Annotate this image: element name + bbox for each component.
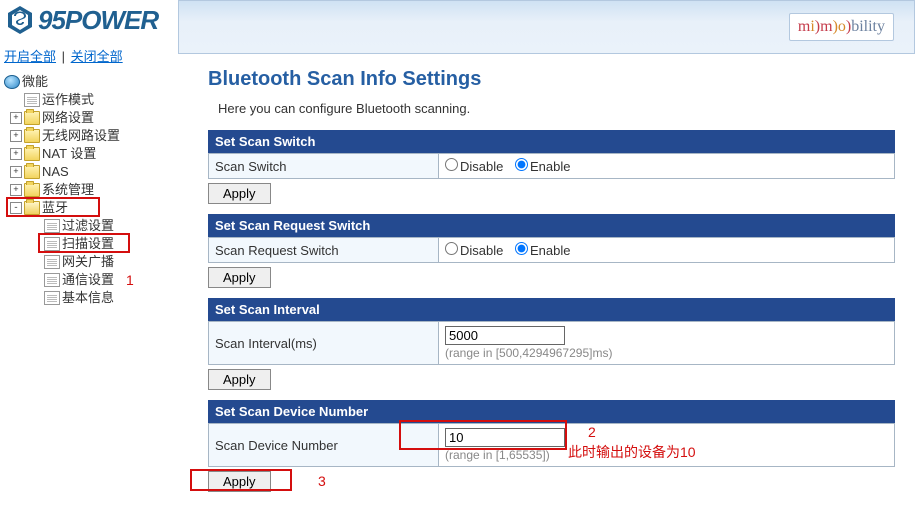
tree-subitem[interactable]: 网关广播 <box>62 253 114 271</box>
page-desc: Here you can configure Bluetooth scannin… <box>218 101 895 116</box>
disable-label: Disable <box>460 243 503 258</box>
tree-links: 开启全部 | 关闭全部 <box>4 46 174 65</box>
scan-interval-input[interactable] <box>445 326 565 345</box>
folder-icon <box>24 147 40 161</box>
apply-button[interactable]: Apply <box>208 471 271 492</box>
expand-icon[interactable]: + <box>10 130 22 142</box>
page-title: Bluetooth Scan Info Settings <box>208 68 895 91</box>
tree-item[interactable]: 系统管理 <box>42 181 94 199</box>
section-header: Set Scan Request Switch <box>208 214 895 237</box>
section-header: Set Scan Interval <box>208 298 895 321</box>
expand-icon[interactable]: + <box>10 166 22 178</box>
section-scan-request-switch: Set Scan Request Switch Scan Request Swi… <box>208 214 895 288</box>
tree-item[interactable]: NAS <box>42 163 69 181</box>
field-label: Scan Request Switch <box>209 238 439 263</box>
tree-item[interactable]: 无线网路设置 <box>42 127 120 145</box>
apply-button[interactable]: Apply <box>208 369 271 390</box>
enable-label: Enable <box>530 159 570 174</box>
tree-subitem[interactable]: 过滤设置 <box>62 217 114 235</box>
mimobility-badge: mi)m)o)bility <box>789 13 894 41</box>
scan-req-disable-radio[interactable] <box>445 242 458 255</box>
apply-button[interactable]: Apply <box>208 183 271 204</box>
tree-bluetooth[interactable]: 蓝牙 <box>42 199 68 217</box>
folder-icon <box>24 111 40 125</box>
field-label: Scan Device Number <box>209 424 439 467</box>
section-header: Set Scan Switch <box>208 130 895 153</box>
scan-req-enable-radio[interactable] <box>515 242 528 255</box>
folder-icon <box>24 183 40 197</box>
file-icon <box>44 255 60 269</box>
main: mi)m)o)bility Bluetooth Scan Info Settin… <box>178 0 915 522</box>
nav-tree: 微能 运作模式 + 网络设置 + 无线网路设置 + NAT 设置 + NAS + 系统管理… <box>4 73 174 307</box>
range-hint: (range in [500,4294967295]ms) <box>445 346 612 360</box>
tree-item[interactable]: NAT 设置 <box>42 145 96 163</box>
brand-text: 95POWER <box>38 5 158 36</box>
section-scan-interval: Set Scan Interval Scan Interval(ms) (ran… <box>208 298 895 390</box>
section-scan-device-number: Set Scan Device Number Scan Device Numbe… <box>208 400 895 492</box>
expand-icon[interactable]: + <box>10 148 22 160</box>
tree-subitem[interactable]: 基本信息 <box>62 289 114 307</box>
collapse-icon[interactable]: - <box>10 202 22 214</box>
folder-open-icon <box>24 201 40 215</box>
tree-subitem[interactable]: 通信设置 <box>62 271 114 289</box>
scan-switch-enable-radio[interactable] <box>515 158 528 171</box>
field-label: Scan Switch <box>209 154 439 179</box>
open-all-link[interactable]: 开启全部 <box>4 49 56 64</box>
tree-subitem-scan[interactable]: 扫描设置 <box>62 235 114 253</box>
file-icon <box>44 291 60 305</box>
logo-area: 95POWER <box>4 4 174 36</box>
scan-switch-disable-radio[interactable] <box>445 158 458 171</box>
close-all-link[interactable]: 关闭全部 <box>71 49 123 64</box>
tree-item[interactable]: 网络设置 <box>42 109 94 127</box>
folder-icon <box>24 165 40 179</box>
section-scan-switch: Set Scan Switch Scan Switch Disable Enab… <box>208 130 895 204</box>
file-icon <box>44 219 60 233</box>
file-icon <box>44 273 60 287</box>
tree-root[interactable]: 微能 <box>22 73 48 91</box>
apply-button[interactable]: Apply <box>208 267 271 288</box>
annotation-number: 3 <box>318 473 326 489</box>
file-icon <box>44 237 60 251</box>
scan-device-number-input[interactable] <box>445 428 565 447</box>
globe-icon <box>4 75 20 89</box>
disable-label: Disable <box>460 159 503 174</box>
file-icon <box>24 93 40 107</box>
expand-icon[interactable]: + <box>10 112 22 124</box>
logo-icon <box>4 4 36 36</box>
content: Bluetooth Scan Info Settings Here you ca… <box>178 54 915 522</box>
field-label: Scan Interval(ms) <box>209 322 439 365</box>
topbar: mi)m)o)bility <box>178 0 915 54</box>
logo: 95POWER <box>4 4 174 36</box>
range-hint: (range in [1,65535]) <box>445 448 550 462</box>
expand-icon[interactable]: + <box>10 184 22 196</box>
enable-label: Enable <box>530 243 570 258</box>
sidebar: 95POWER 开启全部 | 关闭全部 微能 运作模式 + 网络设置 + 无线网路设… <box>0 0 178 522</box>
tree-item[interactable]: 运作模式 <box>42 91 94 109</box>
folder-icon <box>24 129 40 143</box>
section-header: Set Scan Device Number <box>208 400 895 423</box>
